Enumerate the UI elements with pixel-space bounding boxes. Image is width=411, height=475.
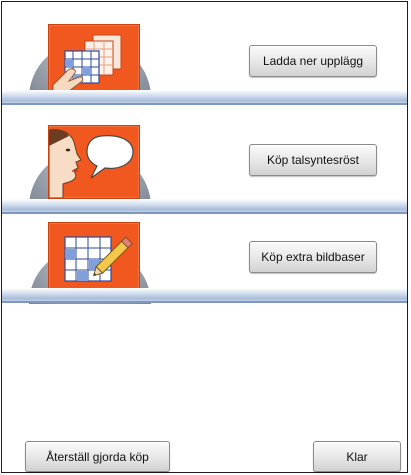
shelf-edge bbox=[2, 212, 407, 214]
restore-purchases-button[interactable]: Återställ gjorda köp bbox=[25, 441, 170, 472]
done-button[interactable]: Klar bbox=[313, 441, 401, 472]
buy-voice-button[interactable]: Köp talsyntesröst bbox=[249, 144, 377, 176]
download-layouts-button[interactable]: Ladda ner upplägg bbox=[249, 45, 377, 77]
shelf-edge bbox=[2, 301, 407, 303]
shelf-edge bbox=[2, 103, 407, 105]
picture-edit-icon bbox=[48, 222, 140, 296]
speaking-face-icon bbox=[48, 125, 140, 199]
layout-download-icon bbox=[48, 24, 140, 98]
buy-image-bases-button[interactable]: Köp extra bildbaser bbox=[249, 241, 377, 273]
purchase-dialog: Ladda ner upplägg Köp talsyntesröst Köp … bbox=[1, 1, 408, 473]
